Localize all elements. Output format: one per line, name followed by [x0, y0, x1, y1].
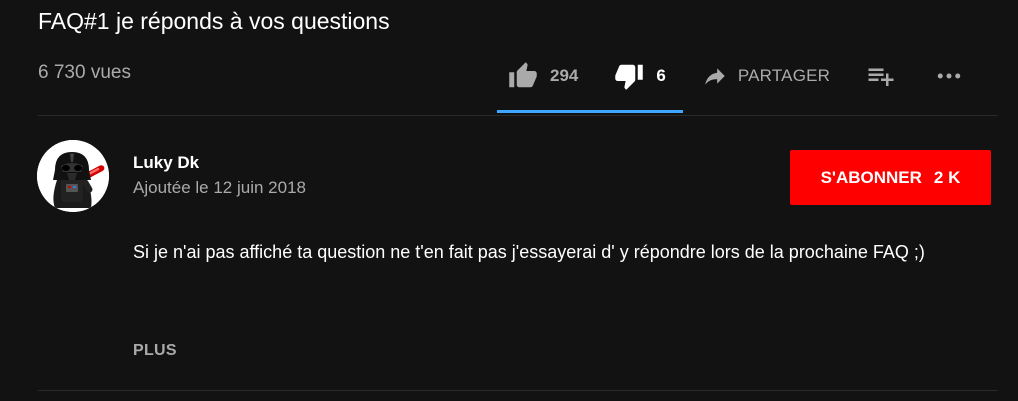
subscriber-count: 2 K — [933, 167, 961, 187]
channel-name[interactable]: Luky Dk — [133, 153, 199, 173]
sentiment-bar — [497, 110, 683, 113]
darth-vader-avatar-icon — [37, 140, 109, 212]
more-horizontal-icon — [934, 61, 964, 91]
share-button[interactable]: PARTAGER — [702, 63, 830, 89]
action-bar: 294 6 PARTAGER — [506, 56, 964, 96]
header-divider — [38, 115, 998, 116]
video-description: Si je n'ai pas affiché ta question ne t'… — [133, 242, 925, 262]
dislike-count: 6 — [656, 66, 666, 85]
subscribe-button[interactable]: S'ABONNER 2 K — [790, 150, 991, 205]
like-count: 294 — [550, 66, 579, 85]
share-arrow-icon — [702, 63, 728, 89]
video-title: FAQ#1 je réponds à vos questions — [38, 8, 390, 34]
add-to-playlist-icon — [866, 61, 896, 91]
channel-avatar[interactable] — [37, 140, 109, 212]
thumb-down-icon — [614, 61, 644, 91]
dislike-button[interactable]: 6 — [614, 61, 666, 91]
more-actions-button[interactable] — [934, 61, 964, 91]
share-label: PARTAGER — [737, 66, 831, 85]
subscribe-label: S'ABONNER — [820, 167, 922, 187]
publish-date: Ajoutée le 12 juin 2018 — [133, 178, 306, 197]
save-to-playlist-button[interactable] — [866, 61, 896, 91]
description-divider — [38, 390, 998, 391]
view-count: 6 730 vues — [38, 62, 131, 83]
like-button[interactable]: 294 — [508, 61, 578, 91]
show-more-button[interactable]: PLUS — [133, 342, 177, 360]
thumb-up-icon — [508, 61, 538, 91]
video-info-page: FAQ#1 je réponds à vos questions 6 730 v… — [0, 0, 1018, 401]
